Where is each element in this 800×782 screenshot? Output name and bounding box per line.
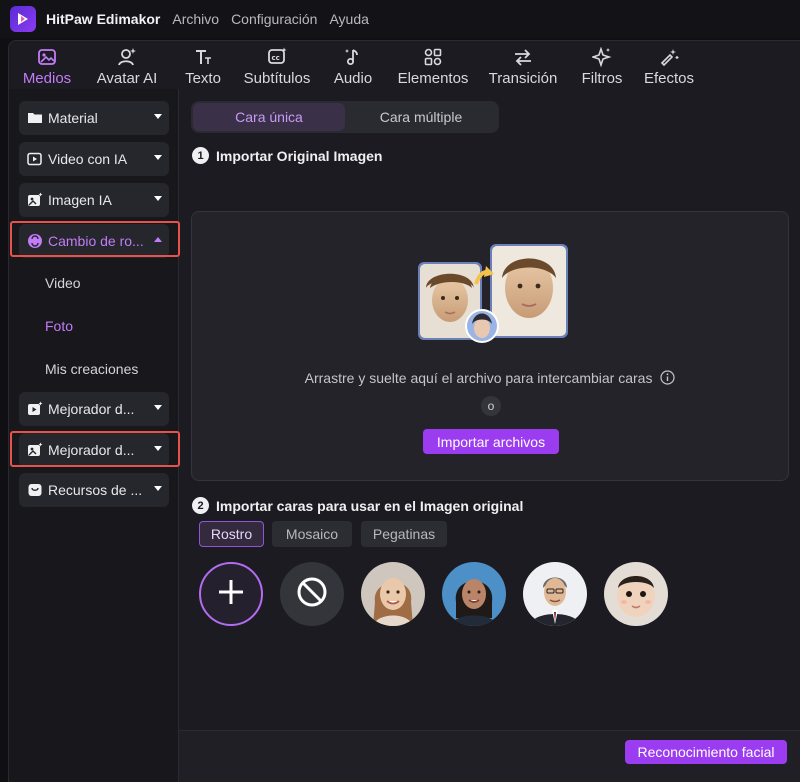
main-frame: Medios Avatar AI Texto cc Subtítulos Aud… (8, 40, 800, 782)
face-thumb-woman-business[interactable] (442, 562, 506, 626)
tool-filtros[interactable]: Filtros (569, 41, 635, 89)
title-bar: HitPaw Edimakor Archivo Configuración Ay… (0, 0, 800, 38)
sidebar-item-imagen-ia[interactable]: Imagen IA (19, 183, 169, 217)
folder-icon (27, 110, 43, 126)
sidebar-item-recursos[interactable]: Recursos de ... (19, 473, 169, 507)
face-thumb-woman-smiling[interactable] (361, 562, 425, 626)
tool-efectos[interactable]: Efectos (635, 41, 703, 89)
highlight-box-mejorador-imagen (10, 431, 180, 467)
svg-text:cc: cc (272, 54, 280, 62)
sidebar-subitem-video[interactable]: Video (45, 275, 81, 291)
chevron-down-icon (154, 486, 162, 491)
plus-icon (215, 576, 247, 613)
sidebar: Material Video con IA Imagen IA Cambio d… (9, 89, 180, 782)
face-thumb-baby[interactable] (604, 562, 668, 626)
tool-elementos[interactable]: Elementos (389, 41, 477, 89)
avatar-icon (115, 45, 139, 69)
app-name: HitPaw Edimakor (46, 11, 161, 27)
import-files-button[interactable]: Importar archivos (423, 429, 559, 454)
chevron-down-icon (154, 196, 162, 201)
face-recognition-button[interactable]: Reconocimiento facial (625, 740, 787, 764)
sidebar-item-material[interactable]: Material (19, 101, 169, 135)
no-face-button[interactable] (280, 562, 344, 626)
step1-title: 1 Importar Original Imagen (192, 147, 382, 164)
tool-medios[interactable]: Medios (9, 41, 85, 89)
sidebar-item-video-ia[interactable]: Video con IA (19, 142, 169, 176)
transition-icon (511, 45, 535, 69)
or-separator: o (481, 396, 501, 416)
sidebar-subitem-mis-creaciones[interactable]: Mis creaciones (45, 361, 138, 377)
chip-pegatinas[interactable]: Pegatinas (361, 521, 447, 547)
info-icon[interactable] (660, 370, 675, 388)
chevron-down-icon (154, 405, 162, 410)
app-logo-icon (10, 6, 36, 32)
effects-icon (657, 45, 681, 69)
video-enhancer-icon (27, 401, 43, 417)
tool-texto[interactable]: Texto (169, 41, 237, 89)
tool-subtitulos[interactable]: cc Subtítulos (237, 41, 317, 89)
highlight-box-cambio-rostro (10, 221, 180, 257)
face-swap-illustration (418, 244, 568, 343)
tool-audio[interactable]: Audio (317, 41, 389, 89)
tool-avatar-ai[interactable]: Avatar AI (85, 41, 169, 89)
tool-transicion[interactable]: Transición (477, 41, 569, 89)
tab-cara-unica[interactable]: Cara única (193, 103, 345, 131)
ai-image-icon (27, 192, 43, 208)
elements-icon (421, 45, 445, 69)
chip-mosaico[interactable]: Mosaico (272, 521, 352, 547)
sidebar-subitem-foto[interactable]: Foto (45, 318, 73, 334)
media-icon (35, 45, 59, 69)
step-number: 2 (192, 497, 209, 514)
image-dropzone[interactable]: Arrastre y suelte aquí el archivo para i… (191, 211, 789, 481)
ai-video-icon (27, 151, 43, 167)
subtitles-icon: cc (265, 45, 289, 69)
face-mode-tabs: Cara única Cara múltiple (191, 101, 499, 133)
sidebar-item-mejorador-video[interactable]: Mejorador d... (19, 392, 169, 426)
face-thumb-man-suit[interactable] (523, 562, 587, 626)
step-number: 1 (192, 147, 209, 164)
text-icon (191, 45, 215, 69)
content-panel: Cara única Cara múltiple 1 Importar Orig… (180, 89, 800, 782)
chip-rostro[interactable]: Rostro (199, 521, 264, 547)
sparkle-icon (590, 45, 614, 69)
menu-ayuda[interactable]: Ayuda (329, 11, 368, 27)
tab-cara-multiple[interactable]: Cara múltiple (345, 103, 497, 131)
prohibited-icon (296, 576, 328, 613)
menu-archivo[interactable]: Archivo (172, 11, 219, 27)
dropzone-instructions: Arrastre y suelte aquí el archivo para i… (192, 370, 788, 388)
resources-icon (27, 482, 43, 498)
add-face-button[interactable] (199, 562, 263, 626)
chevron-down-icon (154, 155, 162, 160)
step2-title: 2 Importar caras para usar en el Imagen … (192, 497, 523, 514)
menu-configuracion[interactable]: Configuración (231, 11, 317, 27)
music-note-icon (341, 45, 365, 69)
top-toolbar: Medios Avatar AI Texto cc Subtítulos Aud… (9, 41, 800, 89)
chevron-down-icon (154, 114, 162, 119)
